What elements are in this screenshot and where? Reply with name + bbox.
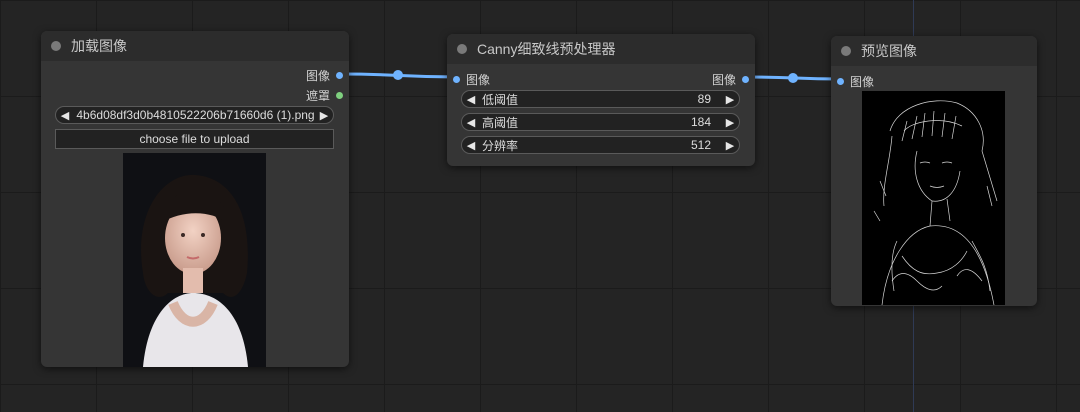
- slot-label: 图像: [305, 69, 330, 83]
- slot-dot-icon[interactable]: [453, 76, 460, 83]
- resolution-widget[interactable]: ◀ 分辨率 512 ▶: [461, 136, 740, 154]
- param-label: 低阈值: [482, 92, 519, 107]
- preview-image-node[interactable]: 预览图像 图像: [831, 36, 1037, 306]
- left-arrow-icon[interactable]: ◀: [462, 139, 480, 152]
- left-arrow-icon[interactable]: ◀: [462, 116, 480, 129]
- output-slot-image[interactable]: 图像: [306, 67, 343, 84]
- low-threshold-widget[interactable]: ◀ 低阈值 89 ▶: [461, 90, 740, 108]
- link-midpoint[interactable]: [393, 70, 403, 80]
- node-title: 预览图像: [861, 43, 917, 59]
- param-value: 89: [697, 92, 711, 106]
- right-arrow-icon[interactable]: ▶: [315, 109, 333, 122]
- node-title-bar[interactable]: 加载图像: [41, 31, 349, 61]
- slot-label: 图像: [466, 73, 491, 87]
- image-file-combo[interactable]: ◀ 4b6d08df3d0b4810522206b71660d6 (1).png…: [55, 106, 334, 124]
- collapse-dot-icon[interactable]: [51, 41, 61, 51]
- portrait-photo: [123, 153, 266, 367]
- canny-output-preview: [862, 91, 1005, 305]
- right-arrow-icon[interactable]: ▶: [721, 139, 739, 152]
- node-title-bar[interactable]: Canny细致线预处理器: [447, 34, 755, 64]
- collapse-dot-icon[interactable]: [841, 46, 851, 56]
- upload-button[interactable]: choose file to upload: [55, 129, 334, 149]
- load-image-node[interactable]: 加载图像 图像 遮罩 ◀ 4b6d08df3d0b4810522206b7166…: [41, 31, 349, 367]
- file-name: 4b6d08df3d0b4810522206b71660d6 (1).png: [76, 108, 315, 122]
- param-label: 高阈值: [482, 115, 519, 130]
- loaded-image-preview: [123, 153, 266, 367]
- right-arrow-icon[interactable]: ▶: [721, 116, 739, 129]
- slot-dot-icon[interactable]: [742, 76, 749, 83]
- left-arrow-icon[interactable]: ◀: [56, 109, 74, 122]
- right-arrow-icon[interactable]: ▶: [721, 93, 739, 106]
- output-slot-mask[interactable]: 遮罩: [306, 87, 343, 104]
- param-value: 184: [690, 115, 711, 129]
- slot-label: 遮罩: [305, 89, 330, 103]
- slot-dot-icon[interactable]: [336, 92, 343, 99]
- node-title: Canny细致线预处理器: [477, 41, 616, 57]
- input-slot-image[interactable]: 图像: [453, 71, 490, 88]
- slot-dot-icon[interactable]: [837, 78, 844, 85]
- param-label: 分辨率: [482, 138, 519, 153]
- link-midpoint[interactable]: [788, 73, 798, 83]
- slot-label: 图像: [850, 75, 875, 89]
- node-title: 加载图像: [71, 38, 127, 54]
- output-slot-image[interactable]: 图像: [712, 71, 749, 88]
- node-title-bar[interactable]: 预览图像: [831, 36, 1037, 66]
- input-slot-image[interactable]: 图像: [837, 73, 874, 90]
- slot-dot-icon[interactable]: [336, 72, 343, 79]
- edge-map-image: [873, 100, 998, 305]
- collapse-dot-icon[interactable]: [457, 44, 467, 54]
- canny-node[interactable]: Canny细致线预处理器 图像 图像 ◀ 低阈值 89 ▶ ◀ 高阈值 184 …: [447, 34, 755, 166]
- left-arrow-icon[interactable]: ◀: [462, 93, 480, 106]
- param-value: 512: [690, 138, 711, 152]
- high-threshold-widget[interactable]: ◀ 高阈值 184 ▶: [461, 113, 740, 131]
- slot-label: 图像: [711, 73, 736, 87]
